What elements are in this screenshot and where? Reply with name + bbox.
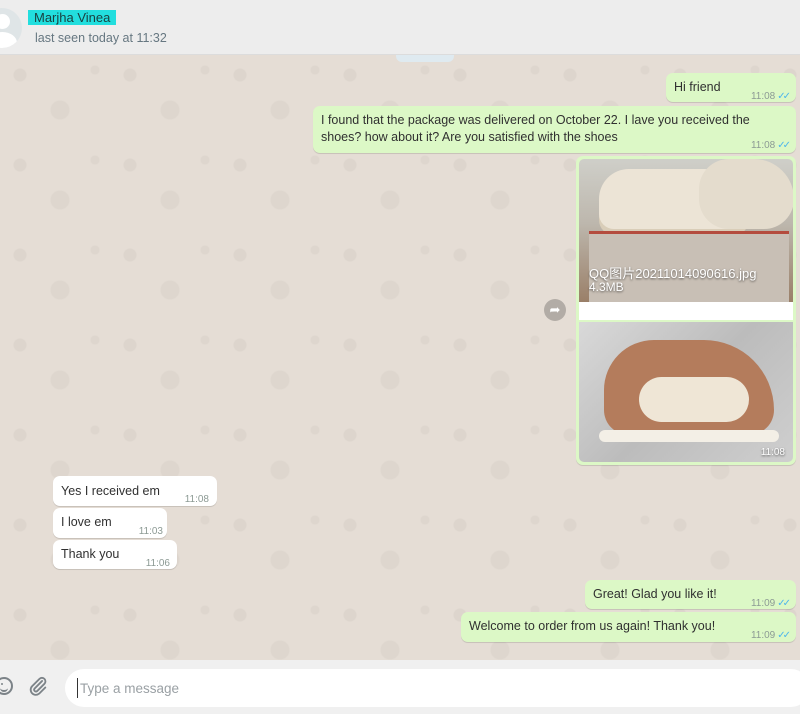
message-incoming[interactable]: Thank you 11:06 bbox=[53, 540, 177, 569]
composer-bar bbox=[0, 660, 800, 714]
message-text: Yes I received em bbox=[61, 484, 160, 498]
double-check-icon: ✓✓ bbox=[777, 91, 791, 102]
message-text: Hi friend bbox=[674, 80, 721, 94]
double-check-icon: ✓✓ bbox=[777, 140, 791, 151]
chat-panel[interactable]: Hi friend 11:08 ✓✓ I found that the packa… bbox=[0, 55, 800, 660]
shoe-shape bbox=[639, 377, 749, 422]
image-message[interactable]: QQ图片20211014090616.jpg 4.3MB 11:08 bbox=[576, 156, 796, 465]
message-meta: 11:09 ✓✓ bbox=[750, 595, 791, 612]
contact-name[interactable]: Marjha Vinea bbox=[28, 10, 117, 25]
shoe-sole bbox=[599, 430, 779, 442]
message-meta: 11:08 ✓✓ bbox=[750, 137, 791, 154]
message-outgoing[interactable]: Welcome to order from us again! Thank yo… bbox=[461, 612, 796, 642]
message-text: Great! Glad you like it! bbox=[593, 587, 717, 601]
avatar-head bbox=[0, 14, 10, 29]
contact-avatar[interactable] bbox=[0, 8, 22, 48]
message-outgoing[interactable]: Hi friend 11:08 ✓✓ bbox=[666, 73, 796, 102]
message-text: I found that the package was delivered o… bbox=[321, 113, 750, 144]
message-time: 11:08 bbox=[750, 140, 776, 151]
shoe-photo-1[interactable]: QQ图片20211014090616.jpg 4.3MB bbox=[579, 159, 793, 302]
last-seen-status: last seen today at 11:32 bbox=[35, 31, 167, 45]
message-incoming[interactable]: Yes I received em 11:08 bbox=[53, 476, 217, 506]
message-text: Thank you bbox=[61, 547, 120, 561]
message-meta: 11:08 ✓✓ bbox=[750, 88, 791, 105]
double-check-icon: ✓✓ bbox=[777, 598, 791, 609]
message-text: I love em bbox=[61, 515, 112, 529]
text-caret bbox=[77, 678, 78, 698]
message-incoming[interactable]: I love em 11:03 bbox=[53, 508, 167, 538]
message-time: 11:08 bbox=[750, 91, 776, 102]
message-time: 11:06 bbox=[145, 558, 170, 569]
message-input[interactable] bbox=[65, 669, 800, 707]
message-time: 11:08 bbox=[184, 494, 209, 505]
double-check-icon: ✓✓ bbox=[777, 630, 791, 641]
paperclip-icon[interactable] bbox=[27, 675, 49, 697]
chat-header: Marjha Vinea last seen today at 11:32 bbox=[0, 0, 800, 55]
message-time: 11:08 bbox=[760, 447, 785, 458]
emoji-icon[interactable] bbox=[0, 677, 13, 695]
shoe-photo-2[interactable]: 11:08 bbox=[579, 322, 793, 462]
message-text: Welcome to order from us again! Thank yo… bbox=[469, 619, 716, 633]
avatar-shoulders bbox=[0, 32, 17, 48]
message-outgoing[interactable]: Great! Glad you like it! 11:09 ✓✓ bbox=[585, 580, 796, 609]
forward-arrow-icon[interactable]: ➦ bbox=[544, 299, 566, 321]
scroll-tab[interactable] bbox=[396, 55, 454, 62]
message-time: 11:03 bbox=[138, 526, 163, 537]
message-time: 11:09 bbox=[750, 630, 776, 641]
file-size: 4.3MB bbox=[589, 280, 624, 294]
message-outgoing[interactable]: I found that the package was delivered o… bbox=[313, 106, 796, 153]
image-separator bbox=[579, 302, 793, 320]
message-time: 11:09 bbox=[750, 598, 776, 609]
message-meta: 11:09 ✓✓ bbox=[750, 627, 791, 644]
shoe-shape bbox=[699, 159, 793, 229]
